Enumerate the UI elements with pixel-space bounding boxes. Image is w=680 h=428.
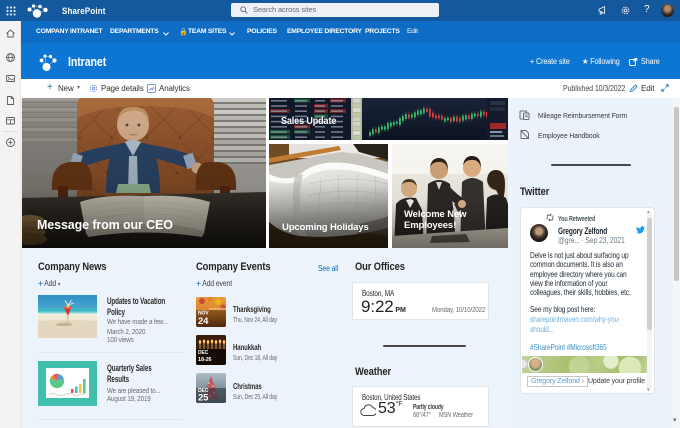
- svg-text:25: 25: [198, 393, 209, 404]
- svg-text:DEC: DEC: [198, 350, 209, 356]
- svg-text:18-26: 18-26: [198, 357, 212, 363]
- svg-text:24: 24: [198, 316, 209, 327]
